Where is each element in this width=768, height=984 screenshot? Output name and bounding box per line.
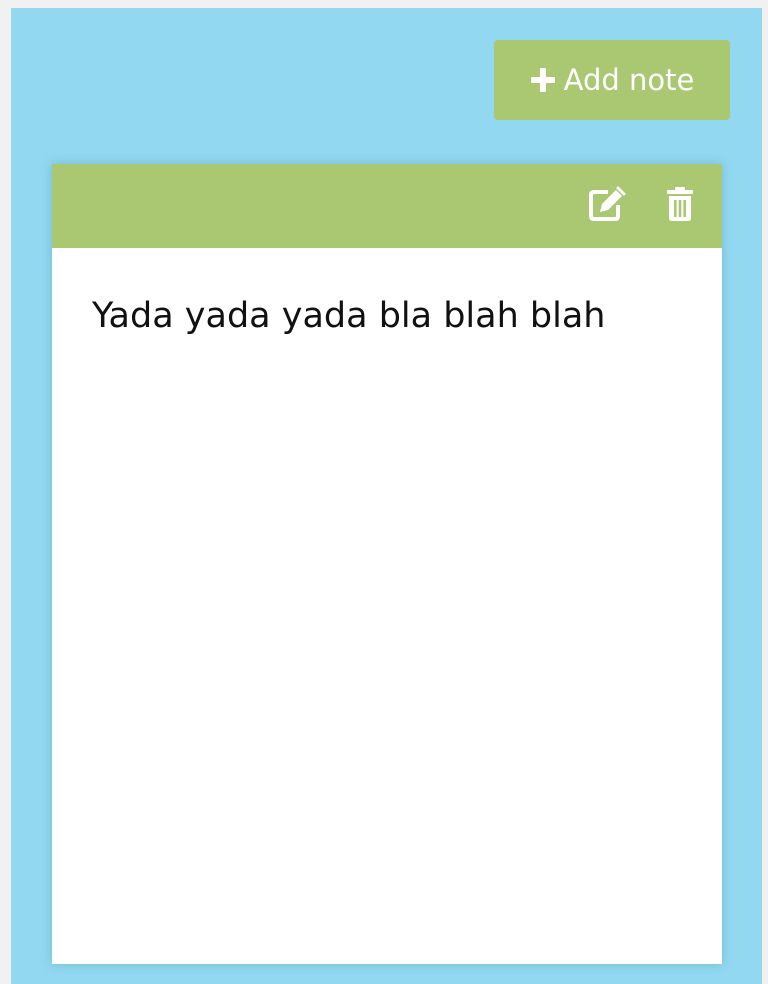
edit-icon	[587, 186, 627, 226]
add-note-label: Add note	[563, 63, 695, 97]
delete-note-button[interactable]	[658, 184, 702, 228]
note-header	[52, 164, 722, 248]
note-text[interactable]: Yada yada yada bla blah blah	[52, 248, 722, 338]
plus-icon	[530, 67, 556, 93]
notes-board: Add note Yada yada yada bla blah blah	[11, 8, 762, 984]
edit-note-button[interactable]	[585, 184, 629, 228]
trash-icon	[666, 187, 694, 225]
note-card: Yada yada yada bla blah blah	[52, 164, 722, 964]
add-note-button[interactable]: Add note	[494, 40, 730, 120]
